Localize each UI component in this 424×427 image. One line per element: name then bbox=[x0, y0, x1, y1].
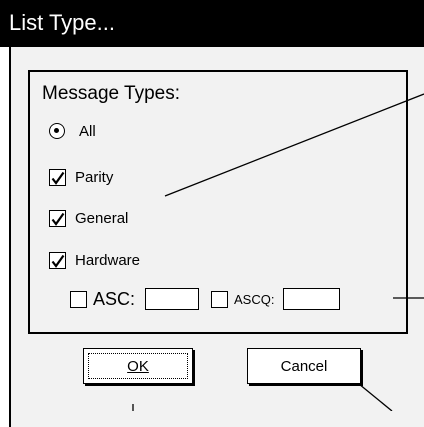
callout-lines bbox=[132, 93, 424, 411]
callout-line-checkboxes bbox=[164, 93, 424, 197]
callout-line-cancel bbox=[358, 383, 393, 411]
